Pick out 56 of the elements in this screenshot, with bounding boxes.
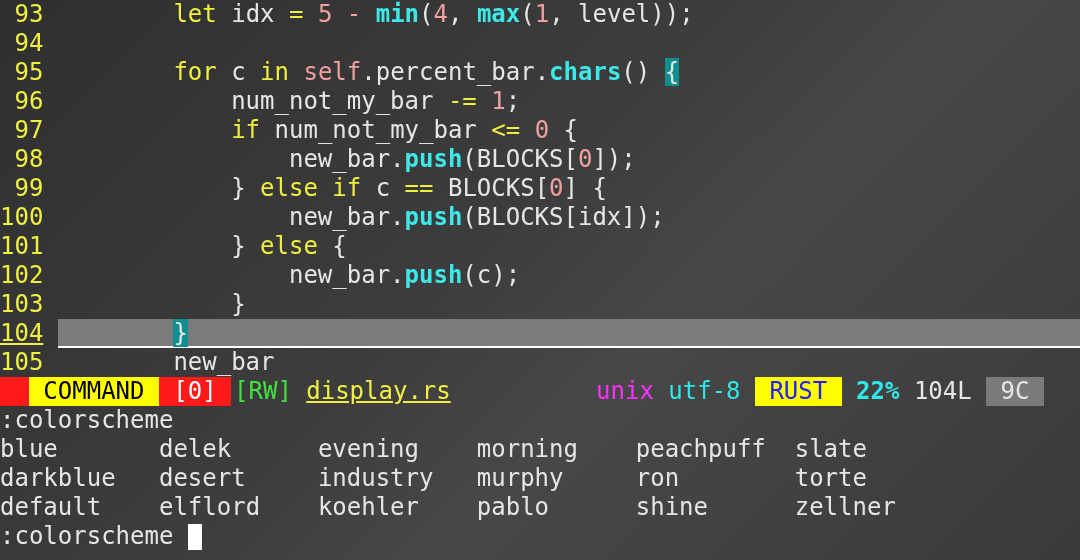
code-line: new_bar.push(BLOCKS[idx]); [287,203,665,232]
line-number: 98 [13,145,45,174]
completion-item: shine [635,493,709,522]
file-name: display.rs [306,377,451,406]
line-number: 99 [13,174,45,203]
completion-item: peachpuff [635,435,767,464]
completion-item: ron [635,464,681,493]
text-cursor [187,524,203,550]
completion-item: evening [317,435,421,464]
file-format: unix [596,377,654,406]
file-type: RUST [754,377,842,406]
line-number: 100 [0,203,45,232]
line-number: 94 [13,29,45,58]
completion-item: torte [794,464,868,493]
completion-item: koehler [317,493,421,522]
line-count: 104L [913,377,972,406]
code-line: let idx = 5 - min(4, max(1, level)); [172,0,694,29]
code-line: new_bar [172,348,275,377]
access-label: [RW] [234,377,292,406]
completion-item: pablo [476,493,551,522]
line-number: 96 [13,87,45,116]
file-encoding: utf-8 [668,377,741,406]
code-line: if num_not_my_bar <= 0 { [230,116,578,145]
line-number: 95 [13,58,45,87]
mode-indicator-block [0,377,29,406]
completion-item: elflord [158,493,262,522]
completion-item: industry [317,464,435,493]
code-line: new_bar.push(BLOCKS[0]); [287,145,636,174]
command-input-text: :colorscheme [0,522,174,551]
buffer-number: [0] [158,377,232,406]
completion-item: delek [158,435,233,464]
completion-item: desert [158,464,247,493]
code-line: for c in self.percent_bar.chars() { [172,58,680,87]
completion-item: morning [476,435,579,464]
command-echo: :colorscheme [0,406,175,435]
line-number: 105 [0,348,45,377]
line-number: 103 [0,290,45,319]
code-line: new_bar.push(c); [287,261,521,290]
column-number: 9C [986,377,1044,406]
code-line: num_not_my_bar -= 1; [230,87,521,116]
completion-item: darkblue [0,464,117,493]
line-number: 97 [13,116,45,145]
line-number: 93 [13,0,45,29]
line-number: 102 [0,261,45,290]
code-line: } else if c == BLOCKS[0] { [230,174,607,203]
line-number: 104 [0,319,45,348]
scroll-percent: 22% [856,377,900,406]
completion-item: zellner [794,493,897,522]
line-number: 101 [0,232,45,261]
completion-item: murphy [476,464,565,493]
completion-item: blue [0,435,59,464]
completion-item: default [0,493,103,522]
code-line: } [230,290,246,319]
code-line: } else { [230,232,347,261]
mode-label: COMMAND [28,377,159,406]
completion-item: slate [794,435,868,464]
